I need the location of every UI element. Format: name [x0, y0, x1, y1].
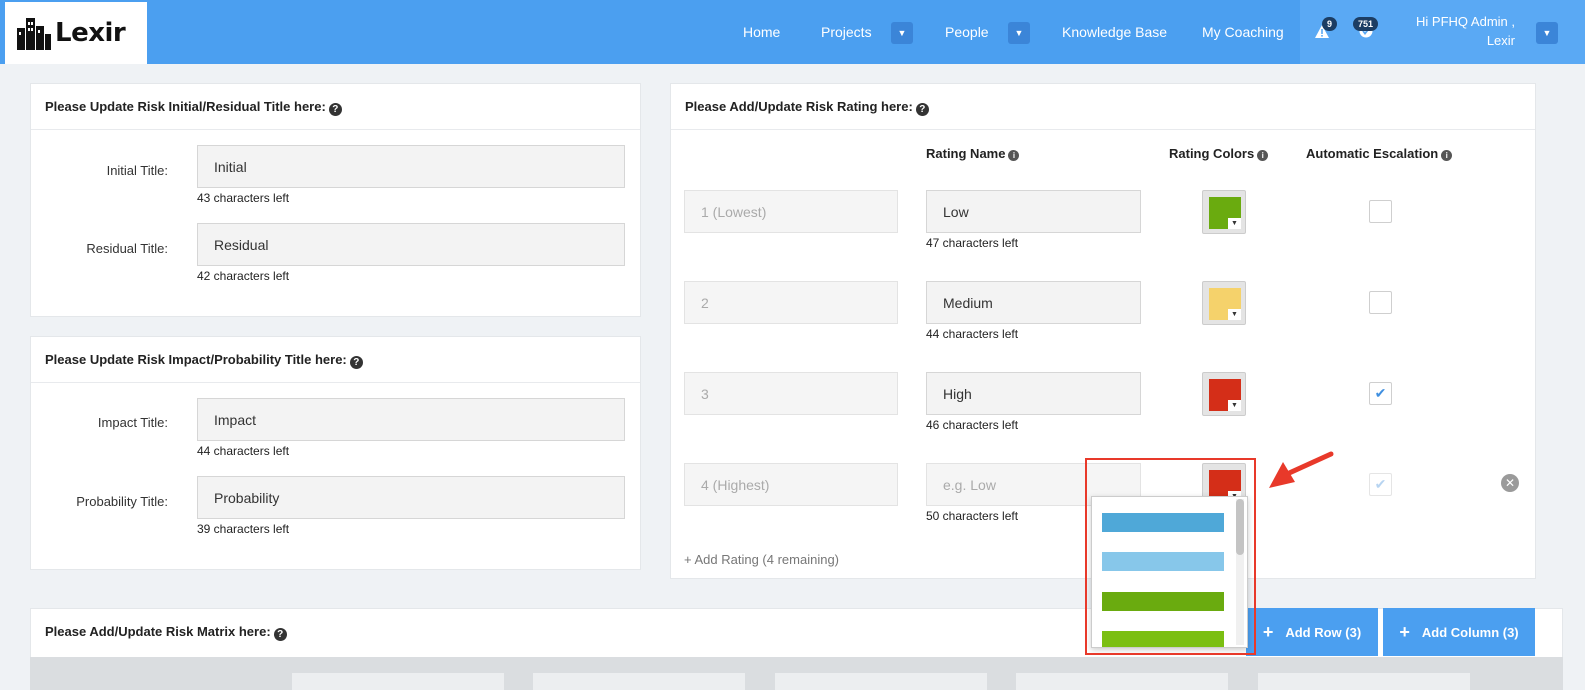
initial-residual-panel: Please Update Risk Initial/Residual Titl… — [30, 83, 641, 317]
checkmark-icon: ✔ — [1374, 385, 1387, 401]
add-column-label: Add Column (3) — [1421, 624, 1519, 640]
greeting-line-2: Lexir — [1486, 33, 1515, 48]
help-icon[interactable]: ? — [273, 628, 287, 641]
initial-title-label: Initial Title: — [106, 163, 168, 178]
probability-title-label: Probability Title: — [76, 494, 168, 509]
rating-level-2: 2 — [684, 281, 898, 324]
logo-text: Lexir — [55, 18, 126, 48]
greeting-line-1: Hi PFHQ Admin , — [1416, 14, 1515, 29]
info-icon[interactable]: i — [1441, 150, 1453, 161]
info-icon[interactable]: i — [1008, 150, 1020, 161]
annotation-arrow-icon — [1269, 451, 1334, 488]
panel-title: Please Add/Update Risk Rating here:? — [671, 84, 1535, 130]
col-rating-name-text: Rating Name — [926, 146, 1006, 161]
info-icon[interactable]: i — [1257, 150, 1269, 161]
col-rating-colors: Rating Colors i — [1169, 146, 1269, 161]
add-row-button[interactable]: + Add Row (3) — [1246, 608, 1378, 656]
initial-title-hint: 43 characters left — [197, 191, 290, 205]
rating-name-input-1[interactable]: Low — [926, 190, 1141, 233]
col-automatic-escalation: Automatic Escalation i — [1306, 146, 1453, 161]
nav-people[interactable]: People — [945, 0, 989, 64]
panel-title-text: Please Add/Update Risk Rating here: — [685, 99, 913, 114]
remove-rating-icon[interactable]: ✕ — [1501, 474, 1519, 492]
impact-title-input[interactable]: Impact — [197, 398, 625, 441]
top-navbar: Lexir Home Projects ▼ People ▼ Knowledge… — [0, 0, 1585, 64]
matrix-cell[interactable] — [533, 673, 745, 690]
rating-name-hint-4: 50 characters left — [926, 509, 1019, 523]
residual-title-label: Residual Title: — [86, 241, 168, 256]
initial-title-input[interactable]: Initial — [197, 145, 625, 188]
matrix-cell[interactable] — [1258, 673, 1470, 690]
plus-icon: + — [1262, 621, 1274, 642]
nav-knowledge-base[interactable]: Knowledge Base — [1062, 0, 1167, 64]
rating-name-hint-2: 44 characters left — [926, 327, 1019, 341]
residual-title-input[interactable]: Residual — [197, 223, 625, 266]
residual-title-hint: 42 characters left — [197, 269, 290, 283]
col-rating-name: Rating Name i — [926, 146, 1020, 161]
rating-color-picker-3[interactable]: ▼ — [1202, 372, 1246, 416]
rating-level-3: 3 — [684, 372, 898, 415]
panel-title: Please Update Risk Initial/Residual Titl… — [31, 84, 640, 130]
help-icon[interactable]: ? — [349, 356, 363, 369]
help-icon[interactable]: ? — [328, 103, 342, 116]
impact-title-hint: 44 characters left — [197, 444, 290, 458]
add-row-label: Add Row (3) — [1285, 624, 1362, 640]
probability-title-hint: 39 characters left — [197, 522, 290, 536]
panel-title: Please Update Risk Impact/Probability Ti… — [31, 337, 640, 383]
panel-title-text: Please Update Risk Initial/Residual Titl… — [45, 99, 326, 114]
caret-down-icon: ▼ — [1228, 309, 1241, 320]
people-dropdown-toggle[interactable]: ▼ — [1008, 22, 1030, 44]
escalation-checkbox-1[interactable] — [1369, 200, 1392, 223]
caret-down-icon: ▼ — [1542, 28, 1552, 38]
rating-level-4: 4 (Highest) — [684, 463, 898, 506]
caret-down-icon: ▼ — [897, 28, 907, 38]
caret-down-icon: ▼ — [1228, 400, 1241, 411]
help-icon[interactable]: ? — [915, 103, 929, 116]
nav-projects[interactable]: Projects — [821, 0, 872, 64]
plus-icon: + — [1399, 621, 1410, 642]
escalation-checkbox-4[interactable]: ✔ — [1369, 473, 1392, 496]
escalation-checkbox-2[interactable] — [1369, 291, 1392, 314]
annotation-highlight-box — [1085, 458, 1256, 655]
nav-home[interactable]: Home — [743, 0, 780, 64]
impact-probability-panel: Please Update Risk Impact/Probability Ti… — [30, 336, 641, 570]
rating-level-1: 1 (Lowest) — [684, 190, 898, 233]
user-greeting[interactable]: Hi PFHQ Admin , Lexir — [1355, 12, 1515, 50]
projects-dropdown-toggle[interactable]: ▼ — [891, 22, 913, 44]
rating-name-hint-1: 47 characters left — [926, 236, 1019, 250]
caret-down-icon: ▼ — [1228, 218, 1241, 229]
rating-name-input-3[interactable]: High — [926, 372, 1141, 415]
add-column-button[interactable]: + Add Column (3) — [1383, 608, 1535, 656]
matrix-cell[interactable] — [1016, 673, 1228, 690]
user-zone: 9 751 Hi PFHQ Admin , Lexir ▼ — [1300, 0, 1585, 64]
probability-title-input[interactable]: Probability — [197, 476, 625, 519]
building-logo-icon — [17, 18, 51, 50]
rating-color-picker-1[interactable]: ▼ — [1202, 190, 1246, 234]
panel-title-text: Please Add/Update Risk Matrix here: — [45, 624, 271, 639]
impact-title-label: Impact Title: — [97, 415, 168, 430]
matrix-cell[interactable] — [775, 673, 987, 690]
col-escalation-text: Automatic Escalation — [1306, 146, 1439, 161]
rating-name-hint-3: 46 characters left — [926, 418, 1019, 432]
logo[interactable]: Lexir — [5, 2, 147, 64]
rating-name-input-2[interactable]: Medium — [926, 281, 1141, 324]
user-dropdown-toggle[interactable]: ▼ — [1536, 22, 1558, 44]
panel-title-text: Please Update Risk Impact/Probability Ti… — [45, 352, 347, 367]
checkmark-icon: ✔ — [1374, 476, 1387, 492]
col-rating-colors-text: Rating Colors — [1169, 146, 1255, 161]
alerts-badge: 9 — [1322, 17, 1338, 31]
matrix-cell[interactable] — [292, 673, 504, 690]
add-rating-link[interactable]: + Add Rating (4 remaining) — [684, 552, 839, 567]
caret-down-icon: ▼ — [1014, 28, 1024, 38]
escalation-checkbox-3[interactable]: ✔ — [1369, 382, 1392, 405]
nav-my-coaching[interactable]: My Coaching — [1202, 0, 1284, 64]
rating-color-picker-2[interactable]: ▼ — [1202, 281, 1246, 325]
